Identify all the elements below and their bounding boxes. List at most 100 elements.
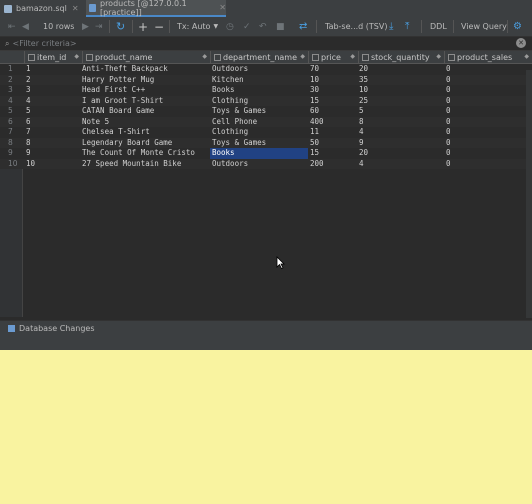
commit-icon[interactable]: ✓ [243,17,251,36]
cell-price[interactable]: 50 [310,138,358,149]
cell-price[interactable]: 30 [310,85,358,96]
cell-department-name[interactable]: Clothing [212,127,308,138]
cell-price[interactable]: 400 [310,117,358,128]
table-row[interactable]: 1 1 Anti-Theft Backpack Outdoors 70 20 0 [0,64,532,75]
cell-item-id[interactable]: 9 [26,148,80,159]
row-number[interactable]: 4 [8,96,22,107]
export-format-select[interactable]: Tab-se...d (TSV) [325,17,387,36]
row-number[interactable]: 5 [8,106,22,117]
cell-price[interactable]: 11 [310,127,358,138]
cell-product-sales[interactable]: 0 [446,148,526,159]
previous-page-icon[interactable]: ◀ [22,17,29,36]
cell-product-sales[interactable]: 0 [446,85,526,96]
cell-product-sales[interactable]: 0 [446,117,526,128]
cell-stock-quantity[interactable]: 4 [359,159,443,170]
sort-icon[interactable]: ◆ [300,53,305,60]
row-number[interactable]: 8 [8,138,22,149]
table-row[interactable]: 7 7 Chelsea T-Shirt Clothing 11 4 0 [0,127,532,138]
table-row[interactable]: 44I am Groot T-Shirt Clothing 15 25 0 [0,95,532,107]
row-number[interactable]: 3 [8,85,22,96]
table-row[interactable]: 9 9 The Count Of Monte Cristo Books 15 20 0 [0,148,532,159]
cell-item-id[interactable]: 1 [26,64,80,75]
cell-item-id[interactable]: 3 [26,85,80,96]
download-icon[interactable]: ⤓ [389,17,393,36]
cell-product-sales[interactable]: 0 [446,138,526,149]
cell-item-id[interactable]: 8 [26,138,80,149]
refresh-icon[interactable]: ↻ [116,17,125,36]
cell-stock-quantity[interactable]: 5 [359,106,443,117]
clear-filter-icon[interactable]: ✕ [516,38,526,48]
upload-icon[interactable]: ⤒ [405,17,409,36]
cell-stock-quantity[interactable]: 20 [359,148,443,159]
cell-price[interactable]: 200 [310,159,358,170]
sort-icon[interactable]: ◆ [524,53,529,60]
cell-product-name[interactable]: Note 5 [82,117,210,128]
table-row[interactable]: 2 2 Harry Potter Mug Kitchen 10 35 0 [0,74,532,86]
cell-department-name[interactable]: Outdoors [212,159,308,170]
view-query-button[interactable]: View Query [461,17,507,36]
cell-department-name[interactable]: Clothing [212,96,308,107]
row-count[interactable]: 10 rows [43,17,74,36]
cell-stock-quantity[interactable]: 20 [359,64,443,75]
table-row[interactable]: 5 5 CATAN Board Game Toys & Games 60 5 0 [0,106,532,117]
close-icon[interactable]: ✕ [72,4,79,13]
cell-stock-quantity[interactable]: 10 [359,85,443,96]
close-icon[interactable]: ✕ [219,3,226,12]
tab-products[interactable]: products [@127.0.0.1 [practice]] ✕ [86,0,226,17]
cell-department-name[interactable]: Kitchen [212,75,308,86]
row-number[interactable]: 1 [8,64,22,75]
cell-item-id[interactable]: 5 [26,106,80,117]
cell-product-sales[interactable]: 0 [446,75,526,86]
column-header-product-sales[interactable]: product_sales ◆ [444,51,532,63]
sort-icon[interactable]: ◆ [202,53,207,60]
cell-price[interactable]: 60 [310,106,358,117]
tab-bamazon-sql[interactable]: bamazon.sql ✕ [4,0,84,17]
gear-icon[interactable]: ⚙ [513,17,522,36]
sort-icon[interactable]: ◆ [74,53,79,60]
cell-item-id[interactable]: 4 [26,96,80,107]
delete-row-icon[interactable]: − [154,17,164,36]
cell-product-name[interactable]: 27 Speed Mountain Bike [82,159,210,170]
cell-product-sales[interactable]: 0 [446,159,526,170]
database-changes-tab[interactable]: Database Changes [8,324,95,333]
cell-stock-quantity[interactable]: 35 [359,75,443,86]
cell-stock-quantity[interactable]: 25 [359,96,443,107]
cell-product-name[interactable]: Anti-Theft Backpack [82,64,210,75]
sort-icon[interactable]: ◆ [436,53,441,60]
row-number[interactable]: 2 [8,75,22,86]
column-header-product-name[interactable]: product_name ◆ [82,51,210,63]
filter-bar[interactable]: ⌕ <Filter criteria> ✕ [0,37,532,51]
cell-department-name[interactable]: Books [210,148,308,159]
cell-product-name[interactable]: CATAN Board Game [82,106,210,117]
column-header-department-name[interactable]: department_name ◆ [210,51,308,63]
cell-price[interactable]: 15 [310,96,358,107]
cell-product-name[interactable]: Chelsea T-Shirt [82,127,210,138]
cell-item-id[interactable]: 6 [26,117,80,128]
table-row[interactable]: 6 6 Note 5 Cell Phone 400 8 0 [0,116,532,128]
cell-department-name[interactable]: Cell Phone [212,117,308,128]
column-header-item-id[interactable]: item_id ◆ [24,51,82,63]
cell-stock-quantity[interactable]: 9 [359,138,443,149]
sort-icon[interactable]: ◆ [350,53,355,60]
row-number[interactable]: 7 [8,127,22,138]
row-number[interactable]: 6 [8,117,22,128]
first-page-icon[interactable]: ⇤ [8,17,16,36]
column-header-price[interactable]: price ◆ [308,51,358,63]
cell-product-sales[interactable]: 0 [446,106,526,117]
last-page-icon[interactable]: ⇥ [95,17,103,36]
cell-product-name[interactable]: The Count Of Monte Cristo [82,148,210,159]
table-row[interactable]: 10 10 27 Speed Mountain Bike Outdoors 200 4 0 [0,158,532,170]
clock-icon[interactable]: ◷ [226,17,234,36]
row-number[interactable]: 10 [8,159,22,170]
cell-product-sales[interactable]: 0 [446,64,526,75]
cell-product-name[interactable]: I am Groot T-Shirt [82,96,210,107]
cell-price[interactable]: 70 [310,64,358,75]
cell-department-name[interactable]: Toys & Games [212,138,308,149]
cell-department-name[interactable]: Outdoors [212,64,308,75]
cell-price[interactable]: 10 [310,75,358,86]
cell-item-id[interactable]: 2 [26,75,80,86]
table-row[interactable]: 8 8 Legendary Board Game Toys & Games 50 9 0 [0,137,532,149]
cell-product-name[interactable]: Head First C++ [82,85,210,96]
next-page-icon[interactable]: ▶ [82,17,89,36]
cell-item-id[interactable]: 10 [26,159,80,170]
